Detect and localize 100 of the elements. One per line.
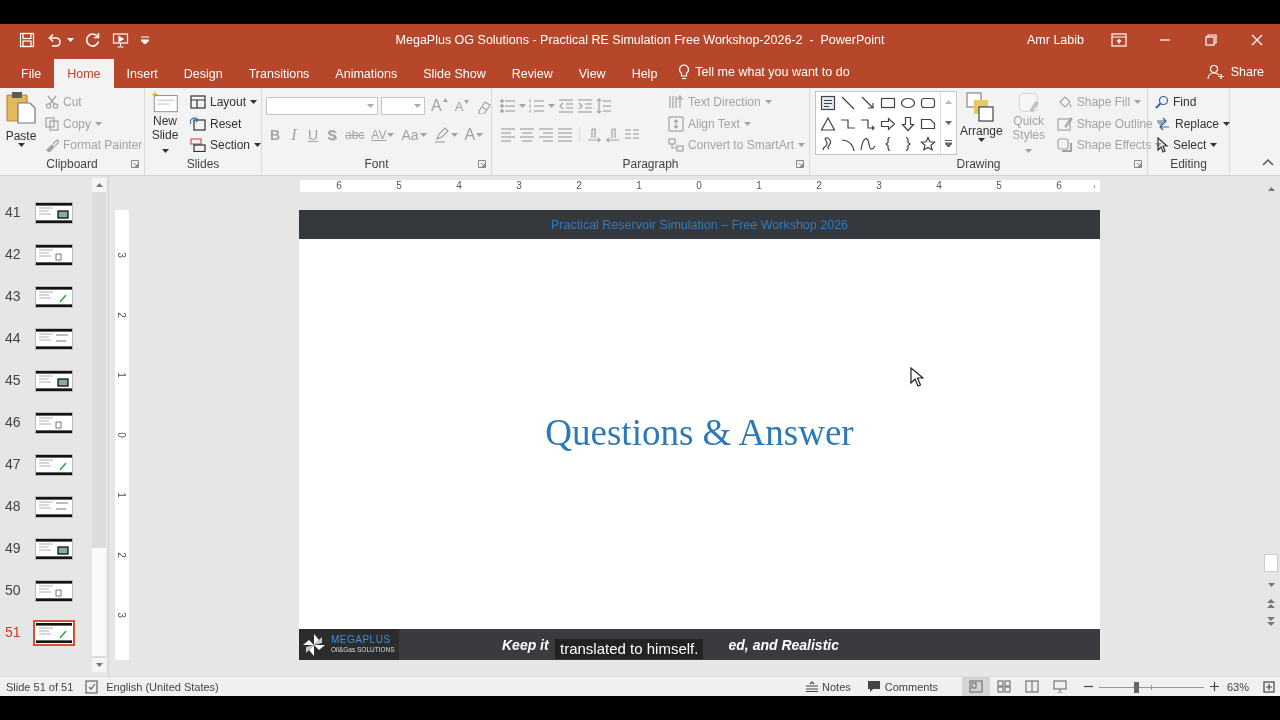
slide-number: 46 [4,414,22,430]
ribbon-tab[interactable]: Help [618,59,671,88]
slide-number: 51 [4,624,22,640]
ruler-number: 0 [115,431,129,440]
bullets-icon[interactable] [500,98,516,114]
slide-thumbnail[interactable] [35,454,73,476]
save-icon[interactable] [19,32,35,48]
reset-button[interactable]: Reset [187,112,265,135]
scrollbar[interactable] [92,178,106,672]
ribbon-tab[interactable]: Insert [113,59,171,88]
slide-title: Questions & Answer [545,410,854,454]
font-size-field[interactable] [381,97,425,115]
font-name-field[interactable] [266,97,378,115]
restore-icon [1205,34,1217,46]
paste-button[interactable]: Paste [2,88,40,156]
slide-number: 49 [4,540,22,556]
ruler-number: 3 [115,251,129,260]
ribbon-tab[interactable]: File [8,59,55,88]
ribbon-tab[interactable]: Transitions [235,59,323,88]
up-arrow-icon [1267,187,1275,191]
spell-check-icon[interactable] [85,679,100,694]
view-button[interactable] [961,677,990,696]
curve-icon [860,136,876,153]
caret-icon [1025,149,1033,153]
slide-thumbnail[interactable] [35,244,73,266]
dialog-launcher-icon[interactable] [1134,160,1142,168]
dialog-launcher-icon[interactable] [478,160,486,168]
highlighter-icon [433,127,450,143]
ruler-number: 1 [115,491,129,500]
caret-icon[interactable] [67,38,74,42]
slide-thumbnail[interactable] [35,370,73,392]
search-icon [1155,94,1169,109]
layout-button[interactable]: Layout [187,91,265,113]
slide-thumbnail[interactable] [35,496,73,518]
ribbon-tab[interactable]: Slide Show [410,59,499,88]
fit-to-window-icon [1263,680,1275,693]
caret-icon [254,143,262,148]
scroll-thumb[interactable] [1264,554,1278,572]
scissors-icon [45,94,59,109]
slide-preview-drawing [36,581,72,601]
language-label[interactable]: English (United States) [106,680,219,693]
caret-icon [17,143,25,147]
slide-thumbnail[interactable] [35,328,73,350]
slide-thumbnail[interactable] [33,620,75,646]
arc-icon [840,136,856,153]
slide-thumbnail[interactable] [35,202,73,224]
caret-icon [367,104,374,108]
arrange-button[interactable]: Arrange [957,88,1006,156]
zoom-in-button[interactable] [1209,682,1219,691]
share-button[interactable]: Share [1202,56,1268,88]
scroll-up-button[interactable] [92,178,106,192]
scroll-thumb[interactable] [92,548,106,656]
ruler-number: 2 [115,311,129,320]
slide-preview-drawing [36,245,72,265]
slide-preview-drawing [36,455,72,475]
slide-thumbnail[interactable] [35,286,73,308]
undo-icon[interactable] [46,32,62,48]
down-caret-icon [464,100,470,104]
zoom-slider-thumb[interactable] [1133,681,1139,693]
section-button[interactable]: Section [187,134,265,156]
customize-caret-icon[interactable] [141,36,149,44]
slide-preview-drawing [36,203,72,223]
slide-thumbnail[interactable] [35,412,73,434]
down-arrow-icon [95,663,103,667]
lightbulb-icon [678,64,691,80]
dialog-launcher-icon[interactable] [131,160,139,168]
fit-slide-button[interactable] [1263,680,1275,693]
slide-thumbnail[interactable] [35,580,73,602]
slide-counter: Slide 51 of 51 [6,680,74,693]
tell-me-box[interactable]: Tell me what you want to do [695,65,850,79]
ribbon-tab[interactable]: Review [498,59,566,88]
up-arrow-icon [95,183,103,187]
presentation-icon[interactable] [112,32,130,48]
ribbon-tab[interactable]: Home [54,59,114,88]
line-spacing-icon[interactable] [596,98,612,114]
layout-icon [190,94,206,109]
ribbon-tab[interactable]: Animations [322,59,411,88]
slide-thumbnail[interactable] [35,538,73,560]
subtitle-caption: translated to himself. [555,639,704,659]
zoom-slider[interactable] [1098,681,1204,692]
pointer-icon [1155,137,1169,154]
close-icon [1251,34,1263,46]
caret-icon [519,104,526,108]
down-arrow-icon [1267,583,1275,587]
redo-icon[interactable] [85,32,101,48]
caret-icon [548,104,555,108]
new-slide-button[interactable]: New Slide [145,88,185,156]
zoom-level[interactable]: 63% [1226,680,1249,693]
up-caret-icon [442,98,448,102]
caret-icon [1223,121,1231,126]
slideshow-icon [1052,680,1067,693]
caret-icon [161,149,169,153]
footer-text: Keep it [502,636,549,653]
dialog-launcher-icon[interactable] [796,160,804,168]
ribbon-tab[interactable]: View [565,59,619,88]
notes-button[interactable]: Notes [806,680,851,693]
scroll-down-button[interactable] [92,658,106,672]
comments-button[interactable]: Comments [866,680,938,693]
down-arrow-icon [900,115,916,132]
ribbon-tab[interactable]: Design [170,59,236,88]
